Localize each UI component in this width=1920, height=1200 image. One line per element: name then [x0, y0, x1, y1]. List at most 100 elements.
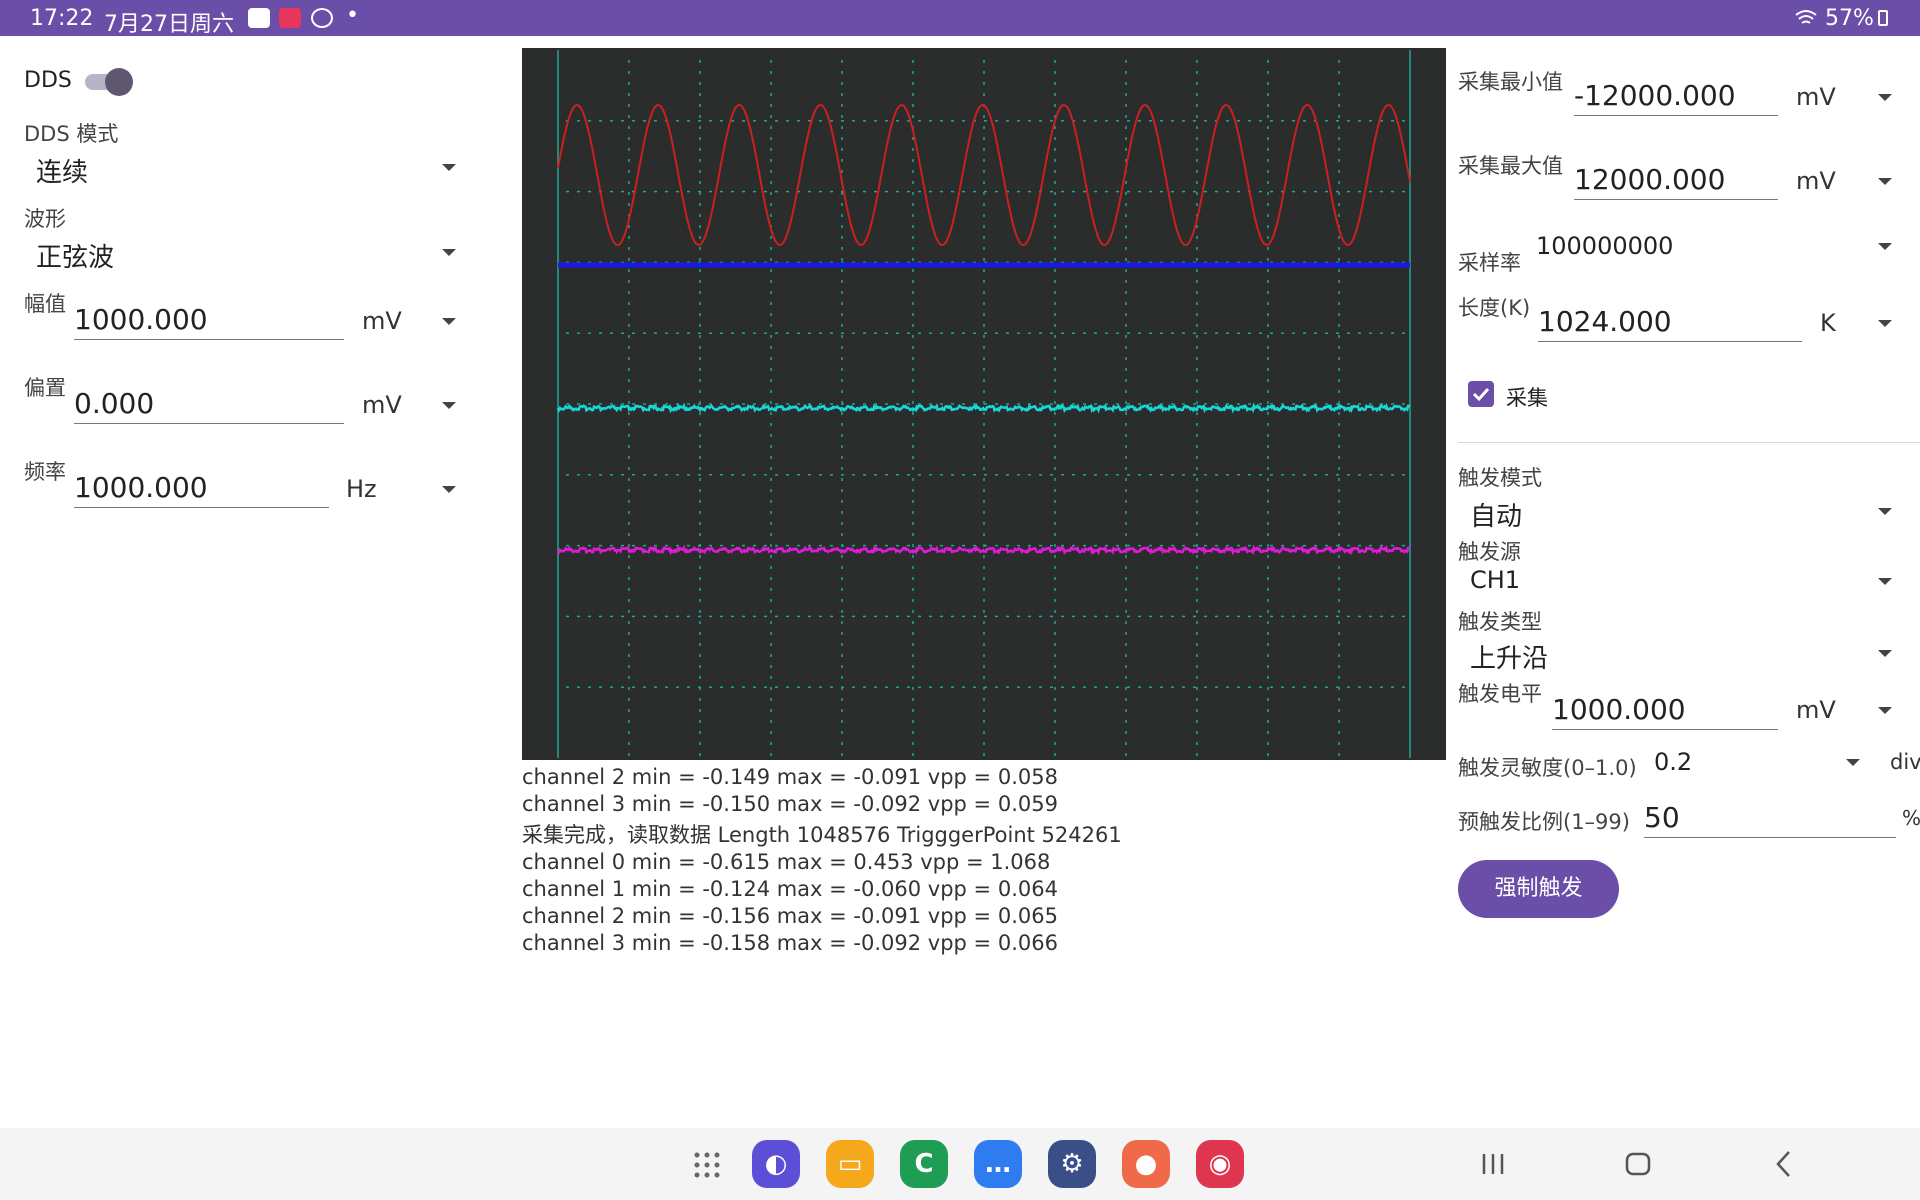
trigger-sensitivity-label: 触发灵敏度(0–1.0) — [1458, 756, 1637, 780]
force-trigger-button[interactable]: 强制触发 — [1458, 860, 1619, 918]
acq-max-unit: mV — [1796, 167, 1836, 195]
log-line: 采集完成，读取数据 Length 1048576 TrigggerPoint 5… — [522, 823, 1122, 847]
chevron-down-icon — [442, 249, 456, 256]
log-output: channel 2 min = -0.149 max = -0.091 vpp … — [522, 764, 1442, 957]
navigation-bar: ◐ ▭ C … ⚙ ● ◉ — [0, 1128, 1920, 1200]
frequency-label: 频率 — [24, 460, 66, 484]
length-unit-dropdown[interactable]: K — [1812, 307, 1900, 341]
trigger-level-label: 触发电平 — [1458, 682, 1542, 706]
chat-bubble-icon: … — [985, 1149, 1011, 1179]
amplitude-unit: mV — [362, 307, 402, 335]
log-line: channel 0 min = -0.615 max = 0.453 vpp =… — [522, 850, 1051, 874]
acq-min-label: 采集最小值 — [1458, 70, 1563, 94]
pretrigger-unit: % — [1902, 806, 1920, 830]
dds-toggle[interactable] — [83, 66, 133, 96]
trigger-level-input[interactable]: 1000.000 — [1552, 690, 1778, 730]
log-line: channel 2 min = -0.156 max = -0.091 vpp … — [522, 904, 1058, 928]
offset-input[interactable]: 0.000 — [74, 384, 344, 424]
back-icon[interactable] — [1772, 1146, 1796, 1182]
messages-app-icon[interactable]: … — [974, 1140, 1022, 1188]
amplitude-input[interactable]: 1000.000 — [74, 300, 344, 340]
oscilloscope-display[interactable] — [522, 48, 1446, 760]
app-drawer-icon[interactable] — [694, 1152, 720, 1178]
log-line: channel 3 min = -0.158 max = -0.092 vpp … — [522, 931, 1058, 955]
gallery-notification-icon — [248, 8, 270, 28]
chevron-down-icon — [1878, 320, 1892, 327]
status-date: 7月27日周六 — [104, 12, 234, 37]
trigger-mode-label: 触发模式 — [1458, 466, 1542, 490]
contacts-app-icon[interactable]: ● — [1122, 1140, 1170, 1188]
home-icon[interactable] — [1624, 1146, 1652, 1182]
phone-app-icon[interactable]: C — [900, 1140, 948, 1188]
more-notifications-icon: • — [346, 3, 359, 28]
acq-min-unit-dropdown[interactable]: mV — [1790, 81, 1900, 115]
trigger-mode-value: 自动 — [1470, 502, 1523, 532]
camera-icon: ◉ — [1208, 1149, 1232, 1179]
trigger-mode-dropdown[interactable]: 自动 — [1458, 494, 1900, 534]
dds-label: DDS — [24, 68, 72, 93]
chevron-down-icon — [1878, 94, 1892, 101]
pretrigger-input[interactable]: 50 — [1644, 798, 1896, 838]
log-line: channel 3 min = -0.150 max = -0.092 vpp … — [522, 792, 1058, 816]
trigger-source-dropdown[interactable]: CH1 — [1458, 564, 1900, 604]
dds-mode-label: DDS 模式 — [24, 122, 119, 146]
acquire-label: 采集 — [1506, 386, 1548, 410]
acq-max-input[interactable]: 12000.000 — [1574, 160, 1778, 200]
offset-unit-dropdown[interactable]: mV — [358, 389, 462, 423]
check-icon — [1472, 387, 1490, 402]
chevron-down-icon — [442, 486, 456, 493]
screen-recorder-app-icon[interactable]: ◉ — [1196, 1140, 1244, 1188]
store-notification-icon — [279, 8, 301, 28]
trigger-level-unit: mV — [1796, 696, 1836, 724]
files-app-icon[interactable]: ▭ — [826, 1140, 874, 1188]
sync-notification-icon — [311, 8, 333, 28]
frequency-unit-dropdown[interactable]: Hz — [344, 473, 462, 507]
chevron-down-icon — [1878, 650, 1892, 657]
waveform-value: 正弦波 — [36, 243, 115, 273]
divider — [1458, 442, 1920, 443]
battery-icon — [1878, 10, 1888, 26]
chevron-down-icon — [442, 164, 456, 171]
amplitude-unit-dropdown[interactable]: mV — [358, 305, 462, 339]
folder-icon: ▭ — [837, 1149, 863, 1179]
phone-icon: C — [914, 1149, 934, 1179]
sample-rate-label: 采样率 — [1458, 251, 1521, 275]
trigger-sensitivity-dropdown[interactable]: 0.2 — [1654, 746, 1870, 780]
battery-percent: 57% — [1825, 6, 1874, 31]
trigger-type-dropdown[interactable]: 上升沿 — [1458, 636, 1900, 676]
acq-max-unit-dropdown[interactable]: mV — [1790, 165, 1900, 199]
planet-icon: ◐ — [764, 1149, 788, 1179]
acq-min-unit: mV — [1796, 83, 1836, 111]
length-label: 长度(K) — [1458, 296, 1531, 320]
log-line: channel 1 min = -0.124 max = -0.060 vpp … — [522, 877, 1058, 901]
chevron-down-icon — [1846, 759, 1860, 766]
browser-app-icon[interactable]: ◐ — [752, 1140, 800, 1188]
amplitude-label: 幅值 — [24, 292, 66, 316]
length-unit: K — [1820, 309, 1836, 337]
frequency-input[interactable]: 1000.000 — [74, 468, 329, 508]
offset-unit: mV — [362, 391, 402, 419]
frequency-unit: Hz — [346, 475, 377, 503]
length-input[interactable]: 1024.000 — [1538, 302, 1802, 342]
acq-min-input[interactable]: -12000.000 — [1574, 76, 1778, 116]
waveform-dropdown[interactable]: 正弦波 — [24, 235, 464, 275]
sample-rate-dropdown[interactable]: 100000000 — [1536, 230, 1900, 264]
chevron-down-icon — [1878, 707, 1892, 714]
dds-mode-dropdown[interactable]: 连续 — [24, 150, 464, 190]
waveform-label: 波形 — [24, 207, 66, 231]
acq-max-label: 采集最大值 — [1458, 154, 1563, 178]
trigger-sensitivity-unit: div — [1890, 750, 1920, 774]
recent-apps-icon[interactable] — [1480, 1146, 1506, 1182]
status-bar: 17:22 7月27日周六 • 57% — [0, 0, 1920, 37]
gear-icon: ⚙ — [1060, 1149, 1084, 1179]
sample-rate-value: 100000000 — [1536, 232, 1674, 260]
chevron-down-icon — [1878, 178, 1892, 185]
person-icon: ● — [1134, 1149, 1158, 1179]
pretrigger-label: 预触发比例(1–99) — [1458, 810, 1630, 834]
acquire-checkbox[interactable] — [1468, 381, 1494, 407]
trigger-level-unit-dropdown[interactable]: mV — [1790, 694, 1900, 728]
chevron-down-icon — [442, 402, 456, 409]
settings-app-icon[interactable]: ⚙ — [1048, 1140, 1096, 1188]
wifi-icon — [1795, 10, 1817, 24]
trigger-sensitivity-value: 0.2 — [1654, 748, 1693, 776]
